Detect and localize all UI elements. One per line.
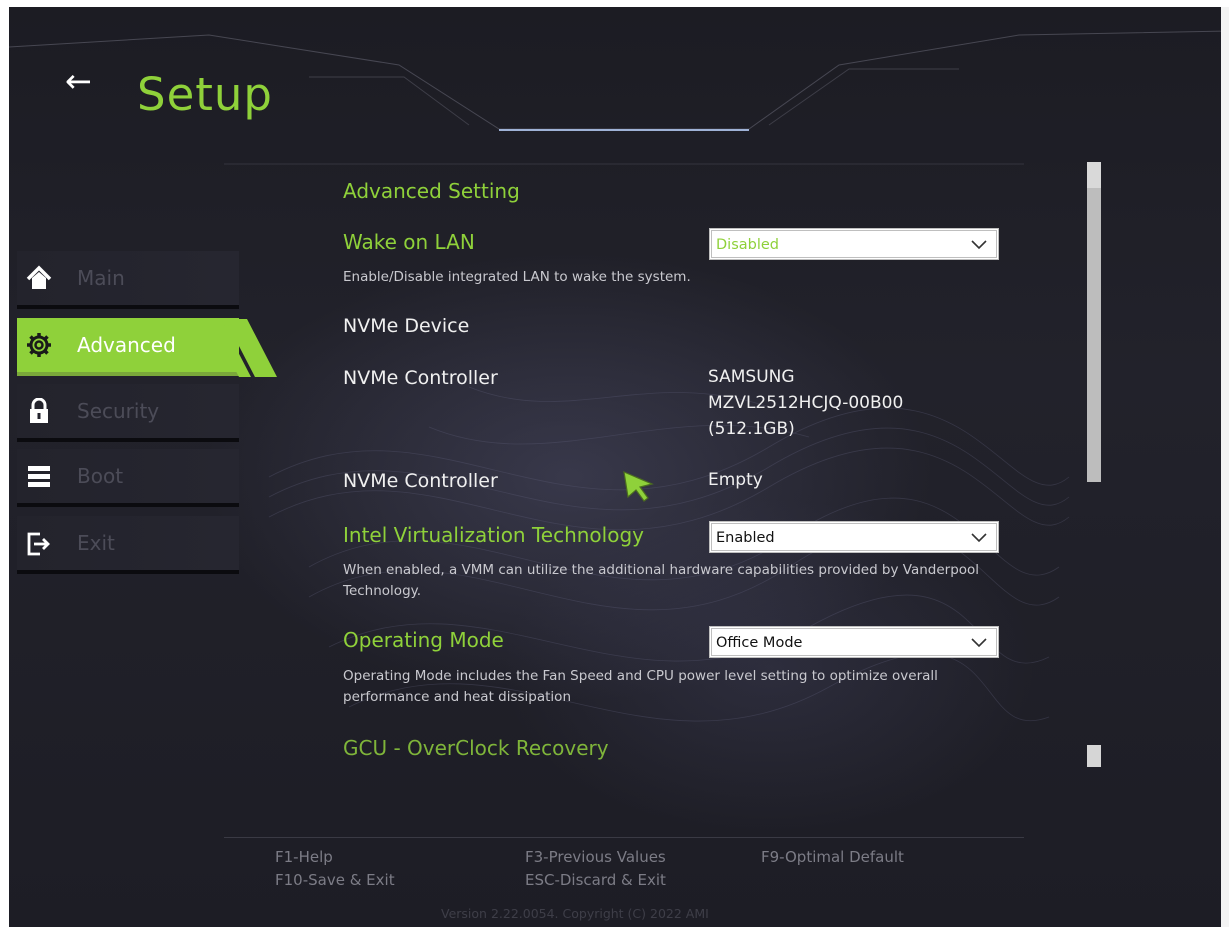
bios-screen: ← Setup Main Advanced Security Boot Exit…	[9, 7, 1229, 927]
version-text: Version 2.22.0054. Copyright (C) 2022 AM…	[441, 906, 709, 921]
intel-vt-select[interactable]: Enabled	[709, 521, 999, 553]
nvme-controller-label: NVMe Controller	[343, 470, 498, 492]
lock-icon	[30, 398, 48, 423]
gear-icon	[27, 333, 51, 357]
section-title: Advanced Setting	[343, 179, 520, 203]
footer-divider	[224, 837, 1024, 838]
select-value: Enabled	[716, 530, 775, 546]
wake-on-lan-select[interactable]: Disabled	[709, 228, 999, 260]
mouse-cursor-icon	[623, 471, 654, 502]
select-value: Disabled	[716, 237, 779, 253]
nvme-controller-value-line: SAMSUNG	[708, 367, 795, 387]
sidebar-item-label: Boot	[77, 464, 124, 488]
wake-on-lan-label[interactable]: Wake on LAN	[343, 229, 475, 255]
home-icon	[26, 265, 52, 289]
nvme-device-label: NVMe Device	[343, 315, 470, 337]
gcu-overclock-recovery-link[interactable]: GCU - OverClock Recovery	[343, 735, 609, 761]
operating-mode-select[interactable]: Office Mode	[709, 626, 999, 658]
sidebar-item-label: Advanced	[77, 333, 176, 357]
intel-vt-description: When enabled, a VMM can utilize the addi…	[343, 562, 980, 599]
sidebar-item-boot[interactable]: Boot	[17, 449, 239, 507]
f3-previous-values-key: F3-Previous Values	[525, 848, 666, 866]
intel-vt-label[interactable]: Intel Virtualization Technology	[343, 522, 644, 548]
scrollbar-track[interactable]	[1087, 162, 1101, 482]
f10-save-exit-key: F10-Save & Exit	[275, 871, 395, 889]
screen-edge	[1221, 7, 1229, 927]
sidebar-item-label: Exit	[77, 531, 115, 555]
f1-help-key: F1-Help	[275, 848, 333, 866]
sidebar-item-advanced[interactable]: Advanced	[17, 318, 239, 376]
boot-list-icon	[28, 466, 50, 487]
operating-mode-label[interactable]: Operating Mode	[343, 627, 504, 653]
chevron-down-icon	[971, 240, 987, 250]
scrollbar-end-marker[interactable]	[1087, 745, 1101, 767]
sidebar-item-label: Main	[77, 266, 125, 290]
page-title: Setup	[137, 68, 273, 121]
scrollbar-thumb[interactable]	[1087, 162, 1101, 188]
sidebar-item-label: Security	[77, 399, 160, 423]
back-arrow-icon[interactable]: ←	[65, 65, 92, 97]
nvme-controller-label: NVMe Controller	[343, 367, 498, 389]
sidebar-item-main[interactable]: Main	[17, 251, 239, 309]
f9-optimal-default-key: F9-Optimal Default	[761, 848, 904, 866]
nvme-controller-value-line: MZVL2512HCJQ-00B00	[708, 393, 904, 413]
sidebar-item-exit[interactable]: Exit	[17, 516, 239, 574]
esc-discard-exit-key: ESC-Discard & Exit	[525, 871, 666, 889]
operating-mode-description: Operating Mode includes the Fan Speed an…	[343, 668, 938, 705]
exit-icon	[27, 532, 50, 556]
chevron-down-icon	[971, 638, 987, 648]
chevron-down-icon	[971, 533, 987, 543]
nvme-controller-value: Empty	[708, 470, 763, 490]
active-tab-accent	[221, 319, 277, 377]
nvme-controller-value-line: (512.1GB)	[708, 419, 795, 439]
sidebar-item-security[interactable]: Security	[17, 384, 239, 442]
select-value: Office Mode	[716, 635, 803, 651]
wake-on-lan-description: Enable/Disable integrated LAN to wake th…	[343, 269, 691, 285]
